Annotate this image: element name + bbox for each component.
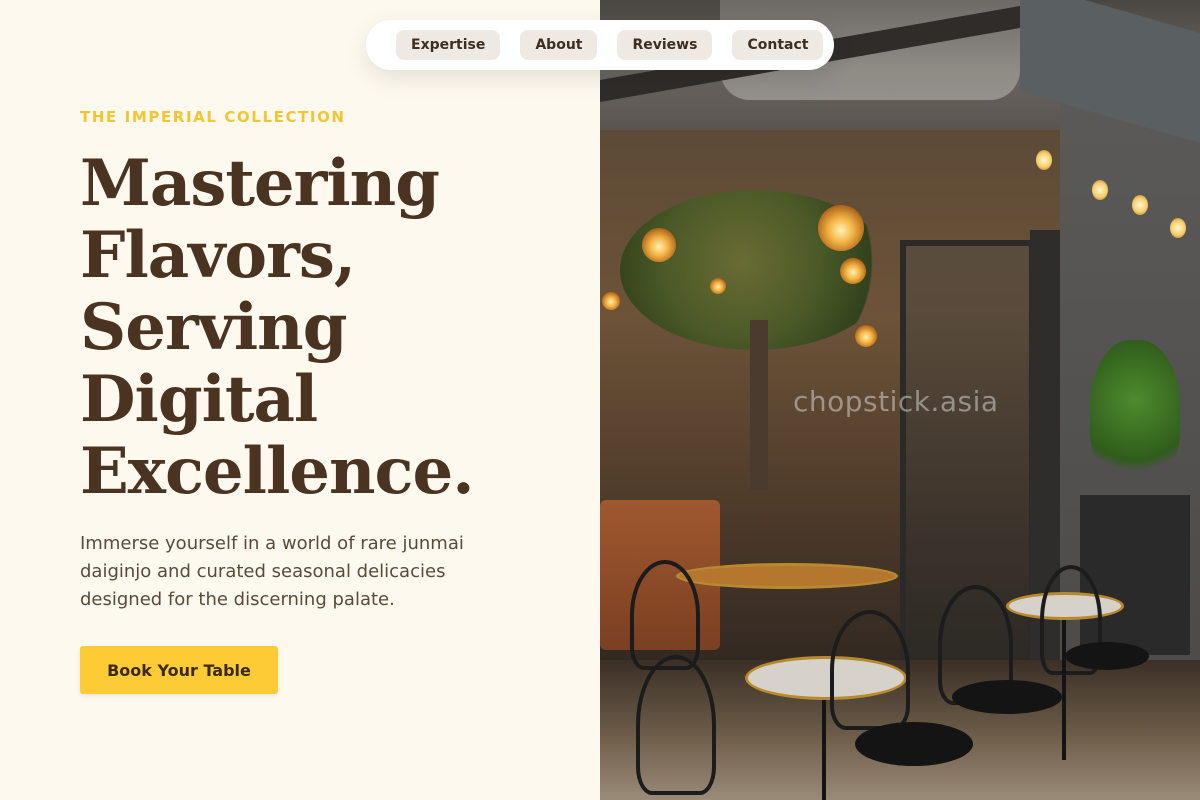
string-light-bulb: [1132, 195, 1148, 215]
book-table-button[interactable]: Book Your Table: [80, 646, 278, 694]
hero-headline: Mastering Flavors, Serving Digital Excel…: [80, 148, 580, 508]
pendant-lamp: [818, 205, 864, 251]
table-leg: [822, 700, 826, 800]
bistro-chair: [830, 610, 910, 730]
nav-item-expertise[interactable]: Expertise: [396, 30, 501, 60]
pendant-lamp: [602, 292, 620, 310]
restaurant-photo: chopstick.asia: [600, 0, 1200, 800]
pendant-lamp: [710, 278, 726, 294]
headline-line: Digital: [80, 362, 318, 437]
table-leg: [1062, 620, 1066, 760]
photo-watermark: chopstick.asia: [793, 385, 999, 418]
chair-seat: [1065, 642, 1149, 670]
photo-table: [676, 563, 898, 589]
headline-line: Excellence.: [80, 434, 474, 509]
eyebrow-label: THE IMPERIAL COLLECTION: [80, 108, 346, 126]
pendant-lamp: [642, 228, 676, 262]
nav-item-contact[interactable]: Contact: [732, 30, 824, 60]
string-light-bulb: [1170, 218, 1186, 238]
chair-seat: [952, 680, 1062, 714]
string-light-bulb: [1036, 150, 1052, 170]
nav-item-reviews[interactable]: Reviews: [617, 30, 713, 60]
photo-tree-trunk: [750, 320, 768, 490]
headline-line: Serving: [80, 290, 347, 365]
headline-line: Mastering: [80, 146, 440, 221]
chair-seat: [855, 722, 973, 766]
hero-panel: THE IMPERIAL COLLECTION Mastering Flavor…: [0, 0, 600, 800]
headline-line: Flavors,: [80, 218, 356, 293]
top-nav: Expertise About Reviews Contact: [366, 20, 834, 70]
bistro-chair: [630, 560, 700, 670]
nav-item-about[interactable]: About: [520, 30, 598, 60]
bistro-chair: [636, 655, 716, 795]
pendant-lamp: [855, 325, 877, 347]
hero-description: Immerse yourself in a world of rare junm…: [80, 533, 464, 610]
pendant-lamp: [840, 258, 866, 284]
photo-hanging-plant: [1090, 340, 1180, 490]
string-light-bulb: [1092, 180, 1108, 200]
